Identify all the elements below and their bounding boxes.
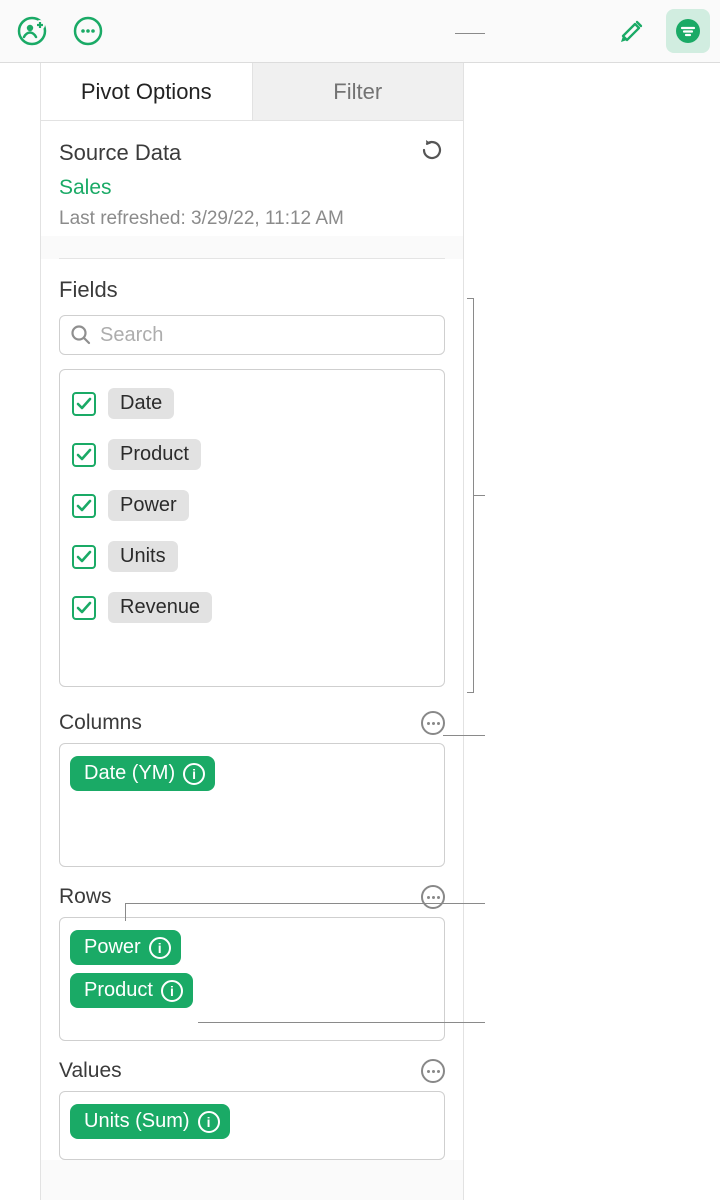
- more-toolbar-button[interactable]: [66, 9, 110, 53]
- info-icon[interactable]: i: [149, 937, 171, 959]
- rows-section: Rows Power i Product i: [41, 867, 463, 1041]
- refresh-button[interactable]: [419, 137, 445, 168]
- info-icon[interactable]: i: [198, 1111, 220, 1133]
- toolbar: [0, 0, 720, 63]
- callout-line: [125, 903, 485, 921]
- tab-pivot-options[interactable]: Pivot Options: [41, 63, 253, 120]
- pill-label: Product: [84, 979, 153, 1002]
- fields-section: Fields Date Product: [41, 259, 463, 693]
- source-table-link[interactable]: Sales: [59, 176, 445, 200]
- check-icon: [76, 396, 92, 412]
- collaborator-add-button[interactable]: [10, 9, 54, 53]
- pill-label: Date (YM): [84, 762, 175, 785]
- field-row[interactable]: Date: [70, 384, 434, 423]
- spreadsheet-sliver: [0, 63, 40, 1200]
- check-icon: [76, 447, 92, 463]
- tab-filter[interactable]: Filter: [253, 63, 464, 120]
- format-brush-icon: [617, 16, 647, 46]
- field-label: Units: [108, 541, 178, 572]
- check-icon: [76, 549, 92, 565]
- values-dropzone[interactable]: Units (Sum) i: [59, 1091, 445, 1160]
- pill-label: Power: [84, 936, 141, 959]
- organize-panel-button[interactable]: [666, 9, 710, 53]
- rows-heading: Rows: [59, 885, 112, 909]
- callout-line: [443, 735, 485, 736]
- columns-heading: Columns: [59, 711, 142, 735]
- field-row[interactable]: Units: [70, 537, 434, 576]
- columns-dropzone[interactable]: Date (YM) i: [59, 743, 445, 867]
- columns-section: Columns Date (YM) i: [41, 693, 463, 867]
- columns-more-button[interactable]: [421, 711, 445, 735]
- field-row[interactable]: Power: [70, 486, 434, 525]
- refresh-icon: [419, 137, 445, 163]
- values-section: Values Units (Sum) i: [41, 1041, 463, 1160]
- field-checkbox[interactable]: [72, 596, 96, 620]
- values-more-button[interactable]: [421, 1059, 445, 1083]
- callout-bracket: [467, 298, 485, 693]
- more-icon: [72, 15, 104, 47]
- panel-tabs: Pivot Options Filter: [41, 63, 463, 121]
- pill-label: Units (Sum): [84, 1110, 190, 1133]
- fields-search[interactable]: [59, 315, 445, 355]
- values-heading: Values: [59, 1059, 122, 1083]
- field-label: Power: [108, 490, 189, 521]
- check-icon: [76, 600, 92, 616]
- row-pill[interactable]: Power i: [70, 930, 181, 965]
- source-refreshed-text: Last refreshed: 3/29/22, 11:12 AM: [59, 208, 445, 230]
- collaborator-add-icon: [16, 15, 48, 47]
- field-checkbox[interactable]: [72, 545, 96, 569]
- organize-icon: [675, 18, 701, 44]
- field-label: Revenue: [108, 592, 212, 623]
- search-icon: [70, 324, 92, 346]
- fields-heading: Fields: [59, 277, 445, 303]
- source-data-heading: Source Data: [59, 140, 181, 166]
- format-brush-button[interactable]: [610, 9, 654, 53]
- field-row[interactable]: Product: [70, 435, 434, 474]
- row-pill[interactable]: Product i: [70, 973, 193, 1008]
- search-input[interactable]: [100, 324, 434, 347]
- organize-panel: Pivot Options Filter Source Data Sales L…: [40, 63, 464, 1200]
- field-row[interactable]: Revenue: [70, 588, 434, 627]
- info-icon[interactable]: i: [183, 763, 205, 785]
- column-pill[interactable]: Date (YM) i: [70, 756, 215, 791]
- field-label: Date: [108, 388, 174, 419]
- field-checkbox[interactable]: [72, 494, 96, 518]
- fields-list: Date Product Power Units: [59, 369, 445, 687]
- value-pill[interactable]: Units (Sum) i: [70, 1104, 230, 1139]
- field-checkbox[interactable]: [72, 443, 96, 467]
- info-icon[interactable]: i: [161, 980, 183, 1002]
- check-icon: [76, 498, 92, 514]
- field-label: Product: [108, 439, 201, 470]
- callout-line: [455, 33, 485, 34]
- callout-line: [198, 1022, 485, 1023]
- field-checkbox[interactable]: [72, 392, 96, 416]
